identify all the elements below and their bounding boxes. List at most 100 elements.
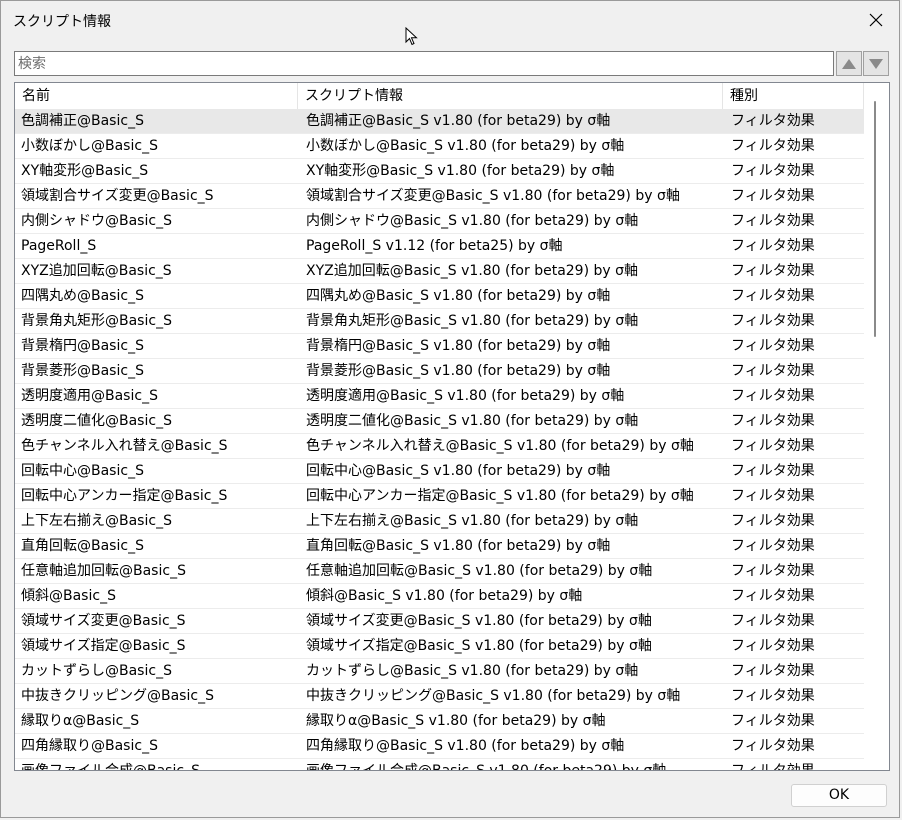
vertical-scrollbar[interactable]: [871, 101, 879, 337]
cell-kind: フィルタ効果: [731, 738, 815, 754]
cell-kind: フィルタ効果: [731, 313, 815, 329]
cell-kind: フィルタ効果: [731, 113, 815, 129]
cell-info: 色チャンネル入れ替え@Basic_S v1.80 (for beta29) by…: [306, 438, 694, 454]
cell-info: XYZ追加回転@Basic_S v1.80 (for beta29) by σ軸: [306, 263, 638, 279]
cell-info: 領域サイズ変更@Basic_S v1.80 (for beta29) by σ軸: [306, 613, 652, 629]
cell-info: PageRoll_S v1.12 (for beta25) by σ軸: [306, 238, 563, 254]
table-row[interactable]: XYZ追加回転@Basic_S XYZ追加回転@Basic_S v1.80 (fo…: [15, 259, 864, 284]
script-list[interactable]: 名前 スクリプト情報 種別 色調補正@Basic_S 色調補正@Basic_S v…: [14, 82, 890, 771]
cell-name: 四隅丸め@Basic_S: [21, 288, 144, 304]
cell-info: カットずらし@Basic_S v1.80 (for beta29) by σ軸: [306, 663, 639, 679]
table-row[interactable]: 色チャンネル入れ替え@Basic_S 色チャンネル入れ替え@Basic_S v1.…: [15, 434, 864, 459]
cell-name: 回転中心@Basic_S: [21, 463, 144, 479]
cell-name: 四角縁取り@Basic_S: [21, 738, 158, 754]
table-row[interactable]: 内側シャドウ@Basic_S 内側シャドウ@Basic_S v1.80 (for …: [15, 209, 864, 234]
search-prev-button[interactable]: [836, 51, 862, 76]
cell-kind: フィルタ効果: [731, 138, 815, 154]
title-bar[interactable]: スクリプト情報: [1, 1, 899, 39]
table-row[interactable]: 領域サイズ変更@Basic_S 領域サイズ変更@Basic_S v1.80 (fo…: [15, 609, 864, 634]
table-row[interactable]: 透明度二値化@Basic_S 透明度二値化@Basic_S v1.80 (for …: [15, 409, 864, 434]
cell-info: XY軸変形@Basic_S v1.80 (for beta29) by σ軸: [306, 163, 615, 179]
table-row[interactable]: XY軸変形@Basic_S XY軸変形@Basic_S v1.80 (for be…: [15, 159, 864, 184]
cell-name: 小数ぼかし@Basic_S: [21, 138, 158, 154]
cell-info: 透明度適用@Basic_S v1.80 (for beta29) by σ軸: [306, 388, 625, 404]
cell-name: 画像ファイル合成@Basic_S: [21, 763, 200, 771]
cell-kind: フィルタ効果: [731, 413, 815, 429]
cell-info: 回転中心アンカー指定@Basic_S v1.80 (for beta29) by…: [306, 488, 694, 504]
table-row[interactable]: 画像ファイル合成@Basic_S 画像ファイル合成@Basic_S v1.80 (…: [15, 759, 864, 771]
table-row[interactable]: 回転中心@Basic_S 回転中心@Basic_S v1.80 (for beta…: [15, 459, 864, 484]
table-row[interactable]: PageRoll_S PageRoll_S v1.12 (for beta25) …: [15, 234, 864, 259]
table-row[interactable]: 領域サイズ指定@Basic_S 領域サイズ指定@Basic_S v1.80 (fo…: [15, 634, 864, 659]
cell-kind: フィルタ効果: [731, 338, 815, 354]
cell-name: PageRoll_S: [21, 238, 97, 254]
cell-info: 領域サイズ指定@Basic_S v1.80 (for beta29) by σ軸: [306, 638, 652, 654]
search-next-button[interactable]: [863, 51, 889, 76]
cell-kind: フィルタ効果: [731, 438, 815, 454]
cell-name: XY軸変形@Basic_S: [21, 163, 149, 179]
cell-name: XYZ追加回転@Basic_S: [21, 263, 172, 279]
table-row[interactable]: 色調補正@Basic_S 色調補正@Basic_S v1.80 (for beta…: [15, 109, 864, 134]
column-header-kind[interactable]: 種別: [723, 83, 864, 109]
cell-kind: フィルタ効果: [731, 188, 815, 204]
cell-info: 傾斜@Basic_S v1.80 (for beta29) by σ軸: [306, 588, 583, 604]
cell-name: 背景角丸矩形@Basic_S: [21, 313, 172, 329]
cell-info: 背景菱形@Basic_S v1.80 (for beta29) by σ軸: [306, 363, 611, 379]
table-row[interactable]: 背景角丸矩形@Basic_S 背景角丸矩形@Basic_S v1.80 (for …: [15, 309, 864, 334]
cell-name: 透明度二値化@Basic_S: [21, 413, 172, 429]
cell-name: 背景楕円@Basic_S: [21, 338, 144, 354]
table-row[interactable]: 領域割合サイズ変更@Basic_S 領域割合サイズ変更@Basic_S v1.80…: [15, 184, 864, 209]
cell-kind: フィルタ効果: [731, 463, 815, 479]
cell-name: 領域割合サイズ変更@Basic_S: [21, 188, 214, 204]
cell-name: 色チャンネル入れ替え@Basic_S: [21, 438, 228, 454]
list-header: 名前 スクリプト情報 種別: [15, 83, 864, 110]
cell-info: 透明度二値化@Basic_S v1.80 (for beta29) by σ軸: [306, 413, 639, 429]
cell-kind: フィルタ効果: [731, 213, 815, 229]
cell-name: カットずらし@Basic_S: [21, 663, 172, 679]
cell-info: 任意軸追加回転@Basic_S v1.80 (for beta29) by σ軸: [306, 563, 653, 579]
cell-info: 画像ファイル合成@Basic_S v1.80 (for beta29) by σ…: [306, 763, 667, 771]
search-field[interactable]: [14, 51, 834, 76]
close-icon: [869, 13, 883, 27]
table-row[interactable]: 任意軸追加回転@Basic_S 任意軸追加回転@Basic_S v1.80 (fo…: [15, 559, 864, 584]
search-input[interactable]: [15, 52, 833, 75]
cell-info: 領域割合サイズ変更@Basic_S v1.80 (for beta29) by …: [306, 188, 680, 204]
table-row[interactable]: 四角縁取り@Basic_S 四角縁取り@Basic_S v1.80 (for be…: [15, 734, 864, 759]
cell-kind: フィルタ効果: [731, 613, 815, 629]
table-row[interactable]: 上下左右揃え@Basic_S 上下左右揃え@Basic_S v1.80 (for …: [15, 509, 864, 534]
close-button[interactable]: [853, 1, 899, 39]
table-row[interactable]: 背景菱形@Basic_S 背景菱形@Basic_S v1.80 (for beta…: [15, 359, 864, 384]
cell-kind: フィルタ効果: [731, 513, 815, 529]
table-row[interactable]: 透明度適用@Basic_S 透明度適用@Basic_S v1.80 (for be…: [15, 384, 864, 409]
table-row[interactable]: 四隅丸め@Basic_S 四隅丸め@Basic_S v1.80 (for beta…: [15, 284, 864, 309]
cell-kind: フィルタ効果: [731, 163, 815, 179]
scrollbar-thumb[interactable]: [874, 101, 876, 337]
cell-kind: フィルタ効果: [731, 663, 815, 679]
column-header-name[interactable]: 名前: [15, 83, 298, 109]
cell-info: 色調補正@Basic_S v1.80 (for beta29) by σ軸: [306, 113, 611, 129]
cell-kind: フィルタ効果: [731, 388, 815, 404]
table-row[interactable]: 回転中心アンカー指定@Basic_S 回転中心アンカー指定@Basic_S v1.…: [15, 484, 864, 509]
cell-info: 四隅丸め@Basic_S v1.80 (for beta29) by σ軸: [306, 288, 611, 304]
cell-kind: フィルタ効果: [731, 688, 815, 704]
table-row[interactable]: カットずらし@Basic_S カットずらし@Basic_S v1.80 (for …: [15, 659, 864, 684]
mouse-cursor-icon: [405, 27, 418, 46]
cell-name: 回転中心アンカー指定@Basic_S: [21, 488, 228, 504]
cell-info: 縁取りα@Basic_S v1.80 (for beta29) by σ軸: [306, 713, 606, 729]
cell-info: 背景楕円@Basic_S v1.80 (for beta29) by σ軸: [306, 338, 611, 354]
column-header-info[interactable]: スクリプト情報: [298, 83, 723, 109]
cell-kind: フィルタ効果: [731, 238, 815, 254]
window-title: スクリプト情報: [13, 14, 111, 30]
table-row[interactable]: 縁取りα@Basic_S 縁取りα@Basic_S v1.80 (for beta…: [15, 709, 864, 734]
cell-name: 背景菱形@Basic_S: [21, 363, 144, 379]
triangle-up-icon: [842, 58, 856, 69]
cell-kind: フィルタ効果: [731, 363, 815, 379]
table-row[interactable]: 中抜きクリッピング@Basic_S 中抜きクリッピング@Basic_S v1.80…: [15, 684, 864, 709]
table-row[interactable]: 直角回転@Basic_S 直角回転@Basic_S v1.80 (for beta…: [15, 534, 864, 559]
table-row[interactable]: 傾斜@Basic_S 傾斜@Basic_S v1.80 (for beta29) …: [15, 584, 864, 609]
cell-info: 背景角丸矩形@Basic_S v1.80 (for beta29) by σ軸: [306, 313, 639, 329]
ok-button[interactable]: OK: [791, 784, 887, 807]
table-row[interactable]: 背景楕円@Basic_S 背景楕円@Basic_S v1.80 (for beta…: [15, 334, 864, 359]
cell-kind: フィルタ効果: [731, 713, 815, 729]
table-row[interactable]: 小数ぼかし@Basic_S 小数ぼかし@Basic_S v1.80 (for be…: [15, 134, 864, 159]
